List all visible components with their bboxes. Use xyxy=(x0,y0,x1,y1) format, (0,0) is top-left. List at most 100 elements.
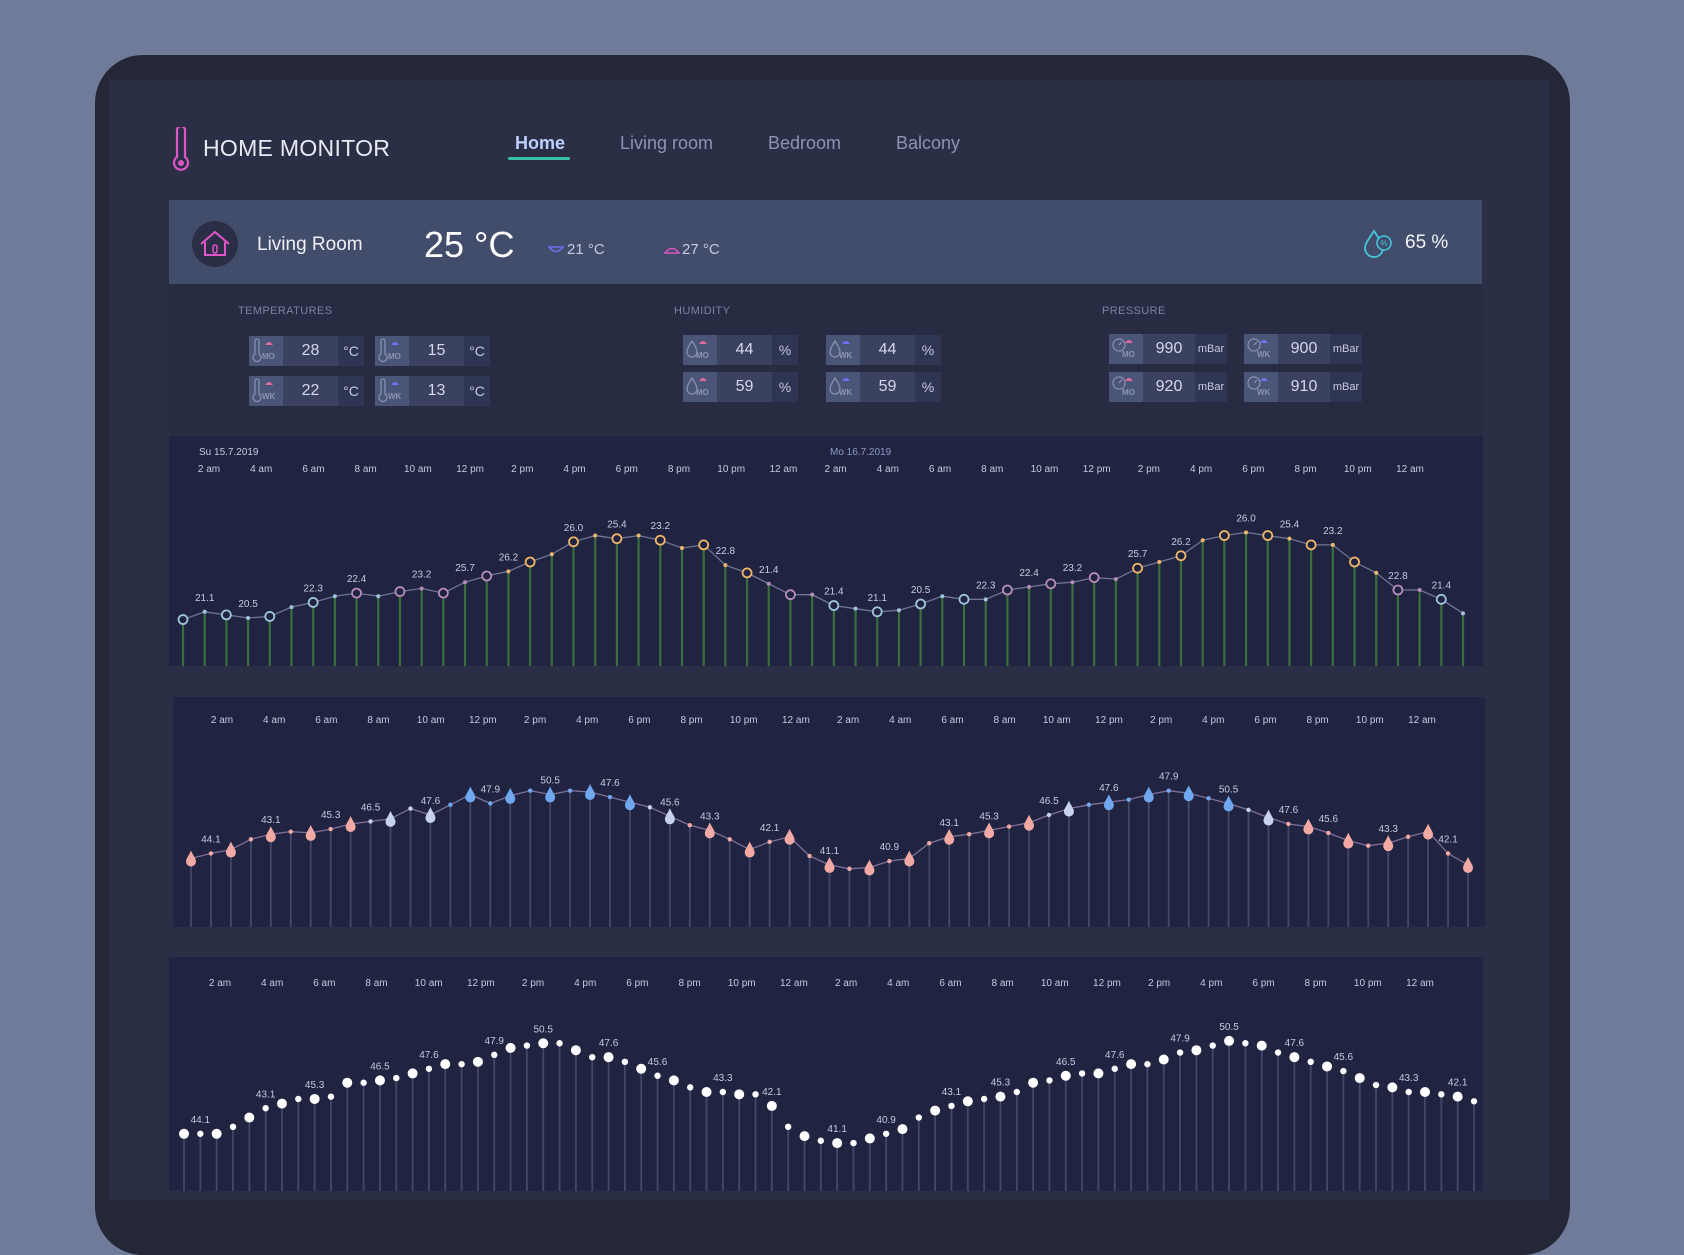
temperatures-tag: MO xyxy=(262,352,275,361)
chart_data.1-x-tick: 8 pm xyxy=(1307,715,1329,726)
chart-data-point xyxy=(980,1095,988,1103)
temperatures-value: 28 xyxy=(301,342,320,359)
chart-data-point xyxy=(698,539,710,551)
chart-data-point xyxy=(1113,577,1118,582)
chart_data.1-x-tick: 6 pm xyxy=(1254,715,1276,726)
chart-data-point xyxy=(668,1075,679,1086)
chart-data-point xyxy=(585,783,596,800)
chart_data.1-x-tick: 2 pm xyxy=(1150,715,1172,726)
chart-data-point xyxy=(701,1087,712,1097)
chart_data.2-x-tick: 2 pm xyxy=(522,978,544,989)
chart-data-point xyxy=(704,822,715,839)
humidity-value: 44 xyxy=(735,341,754,358)
chart_data.0-x-tick: 8 am xyxy=(355,464,377,475)
chart-data-label: 47.6 xyxy=(599,1038,619,1049)
chart-data-label: 45.3 xyxy=(305,1080,325,1091)
temperature-chart-panel: 2 am 4 am 6 am 8 am 10 am 12 pm 2 pm 4 pm 6 pm 8 … xyxy=(169,436,1483,666)
chart-data-point xyxy=(1027,584,1032,589)
chart-data-point xyxy=(1132,562,1143,574)
chart-data-point xyxy=(1438,1091,1445,1098)
chart-data-point xyxy=(1289,1052,1300,1063)
chart-data-point xyxy=(197,1130,204,1137)
humidity-stat-2: WK 44% xyxy=(826,335,941,365)
chart-data-point xyxy=(1176,1049,1184,1056)
chart_data.1-x-tick: 12 am xyxy=(782,715,810,726)
chart-data-label: 42.1 xyxy=(760,823,780,834)
chart_data.1-x-tick: 6 am xyxy=(941,715,963,726)
chart-data-point xyxy=(958,593,970,605)
chart-data-point xyxy=(1093,1068,1104,1079)
temperatures-wk-icon: WK xyxy=(249,376,283,406)
humidity-value: 44 xyxy=(878,341,897,358)
tab-balcony[interactable]: Balcony xyxy=(896,133,960,154)
chart-data-label: 23.2 xyxy=(651,521,671,532)
chart-data-point xyxy=(225,841,236,858)
chart-data-point xyxy=(408,806,413,811)
humidity-chart: 2 am 4 am 6 am 8 am 10 am 12 pm 2 pm 4 pm 6 pm 8 … xyxy=(186,715,1473,927)
chart-data-point xyxy=(832,1138,843,1149)
chart-data-label: 47.9 xyxy=(481,784,501,795)
chart-data-point xyxy=(850,1139,857,1147)
chart-data-point xyxy=(589,1053,596,1061)
pressure-value: 910 xyxy=(1290,378,1318,395)
chart-data-point xyxy=(785,589,796,601)
tab-home[interactable]: Home xyxy=(515,133,565,154)
chart-data-label: 45.6 xyxy=(1319,814,1339,825)
chart-data-label: 43.1 xyxy=(942,1087,962,1098)
chart-data-point xyxy=(374,1075,385,1086)
temperatures-label: TEMPERATURES xyxy=(238,305,333,317)
chart-data-point xyxy=(1263,809,1274,826)
chart-data-point xyxy=(723,563,728,568)
chart-data-label: 21.4 xyxy=(824,587,844,598)
chart-data-point xyxy=(1157,560,1162,564)
tab-bedroom[interactable]: Bedroom xyxy=(768,133,841,154)
chart-data-point xyxy=(437,587,449,599)
chart-data-point xyxy=(425,807,436,823)
chart-data-point xyxy=(853,606,858,611)
chart-data-point xyxy=(621,1058,629,1066)
pressure-wk-icon: WK xyxy=(1244,334,1278,364)
chart_data.0-x-tick: 4 pm xyxy=(1190,464,1212,475)
chart-data-point xyxy=(244,1112,255,1123)
tab-living-room[interactable]: Living room xyxy=(620,133,713,154)
chart_data.2-x-tick: 6 pm xyxy=(1252,978,1274,989)
chart-data-label: 43.3 xyxy=(1399,1073,1419,1084)
chart-data-label: 45.6 xyxy=(660,797,680,808)
chart_data.0-x-tick: 6 pm xyxy=(616,464,638,475)
chart-data-point xyxy=(871,606,883,618)
humidity-mo-icon: MO xyxy=(683,335,717,365)
pressure-unit: mBar xyxy=(1330,372,1362,402)
chart_data.2-x-tick: 8 pm xyxy=(1305,978,1327,989)
chart-data-point xyxy=(305,824,316,841)
chart-data-point xyxy=(799,1131,810,1142)
chart-data-point xyxy=(1372,1081,1380,1089)
humidity-stat-3: MO 59% xyxy=(683,372,798,402)
chart-data-point xyxy=(465,786,476,803)
chart-data-point xyxy=(1463,856,1473,873)
chart-data-label: 22.8 xyxy=(716,546,736,557)
chart-data-point xyxy=(741,567,753,579)
chart-data-label: 40.9 xyxy=(880,842,900,853)
chart-data-point xyxy=(524,556,536,568)
chart-data-point xyxy=(295,1095,302,1103)
chart-data-point xyxy=(549,552,554,557)
chart-data-label: 47.6 xyxy=(1105,1050,1125,1061)
chart_data.2-x-tick: 12 am xyxy=(780,978,808,989)
chart_data.2-x-tick: 10 am xyxy=(415,978,443,989)
chart-data-point xyxy=(186,850,196,867)
chart-data-point xyxy=(611,533,623,545)
chart-data-point xyxy=(962,1096,973,1107)
chart-data-point xyxy=(624,794,635,811)
chart-data-point xyxy=(1452,1091,1463,1102)
chart-data-point xyxy=(202,609,207,614)
chart-data-label: 43.3 xyxy=(713,1073,733,1084)
chart-data-point xyxy=(1111,1065,1118,1072)
chart-data-point xyxy=(264,611,276,622)
pressure-stat-1: MO 990 mBar xyxy=(1109,334,1227,364)
chart-data-point xyxy=(940,594,945,599)
chart-data-point xyxy=(1387,1082,1398,1093)
pressure-unit: mBar xyxy=(1195,334,1227,364)
chart-data-point xyxy=(944,828,955,845)
chart-data-label: 22.8 xyxy=(1388,571,1408,582)
chart-data-point xyxy=(1383,835,1394,852)
